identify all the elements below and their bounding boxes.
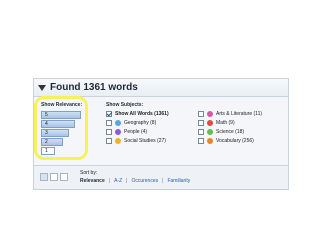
checkbox-icon[interactable] — [198, 129, 204, 135]
checkbox-icon[interactable] — [106, 129, 112, 135]
view-toggle — [40, 173, 68, 181]
checkbox-icon[interactable] — [106, 120, 112, 126]
sort-familiarity[interactable]: Familiarity — [167, 178, 190, 184]
sort-occurences[interactable]: Occurences — [131, 178, 158, 184]
subject-social-studies[interactable]: Social Studies (27) — [106, 138, 198, 144]
results-footer: Sort by: Relevance | A-Z | Occurences | … — [34, 165, 288, 189]
list-view-icon[interactable] — [40, 173, 48, 181]
vocabulary-icon — [207, 138, 213, 144]
sort-separator: | — [162, 178, 164, 184]
subject-arts[interactable]: Arts & Literature (11) — [198, 111, 284, 117]
sort-separator: | — [126, 178, 128, 184]
checkbox-icon[interactable] — [198, 111, 204, 117]
checkbox-checked-icon[interactable] — [106, 111, 112, 117]
relevance-highlight-outline — [34, 96, 88, 160]
collapse-caret-icon[interactable] — [38, 84, 46, 91]
science-icon — [207, 129, 213, 135]
math-icon — [207, 120, 213, 126]
arts-icon — [207, 111, 213, 117]
subjects-filter: Show Subjects: Show All Words (1361) Art… — [106, 102, 286, 144]
checkbox-icon[interactable] — [106, 138, 112, 144]
results-title: Found 1361 words — [50, 82, 138, 93]
social-studies-icon — [115, 138, 121, 144]
subject-geography[interactable]: Geography (8) — [106, 120, 198, 126]
sort-relevance[interactable]: Relevance — [80, 178, 105, 184]
subject-show-all[interactable]: Show All Words (1361) — [106, 111, 198, 117]
checkbox-icon[interactable] — [198, 138, 204, 144]
checkbox-icon[interactable] — [198, 120, 204, 126]
results-header[interactable]: Found 1361 words — [34, 79, 288, 97]
table-view-icon[interactable] — [50, 173, 58, 181]
subject-vocabulary[interactable]: Vocabulary (256) — [198, 138, 284, 144]
grid-view-icon[interactable] — [60, 173, 68, 181]
subject-people[interactable]: People (4) — [106, 129, 198, 135]
subject-science[interactable]: Science (18) — [198, 129, 284, 135]
people-icon — [115, 129, 121, 135]
subject-math[interactable]: Math (9) — [198, 120, 284, 126]
globe-icon — [115, 120, 121, 126]
sort-controls: Sort by: Relevance | A-Z | Occurences | … — [80, 170, 190, 184]
sort-label: Sort by: — [80, 170, 98, 176]
sort-separator: | — [108, 178, 111, 184]
subjects-label: Show Subjects: — [106, 102, 144, 108]
sort-a-z[interactable]: A-Z — [114, 178, 122, 184]
